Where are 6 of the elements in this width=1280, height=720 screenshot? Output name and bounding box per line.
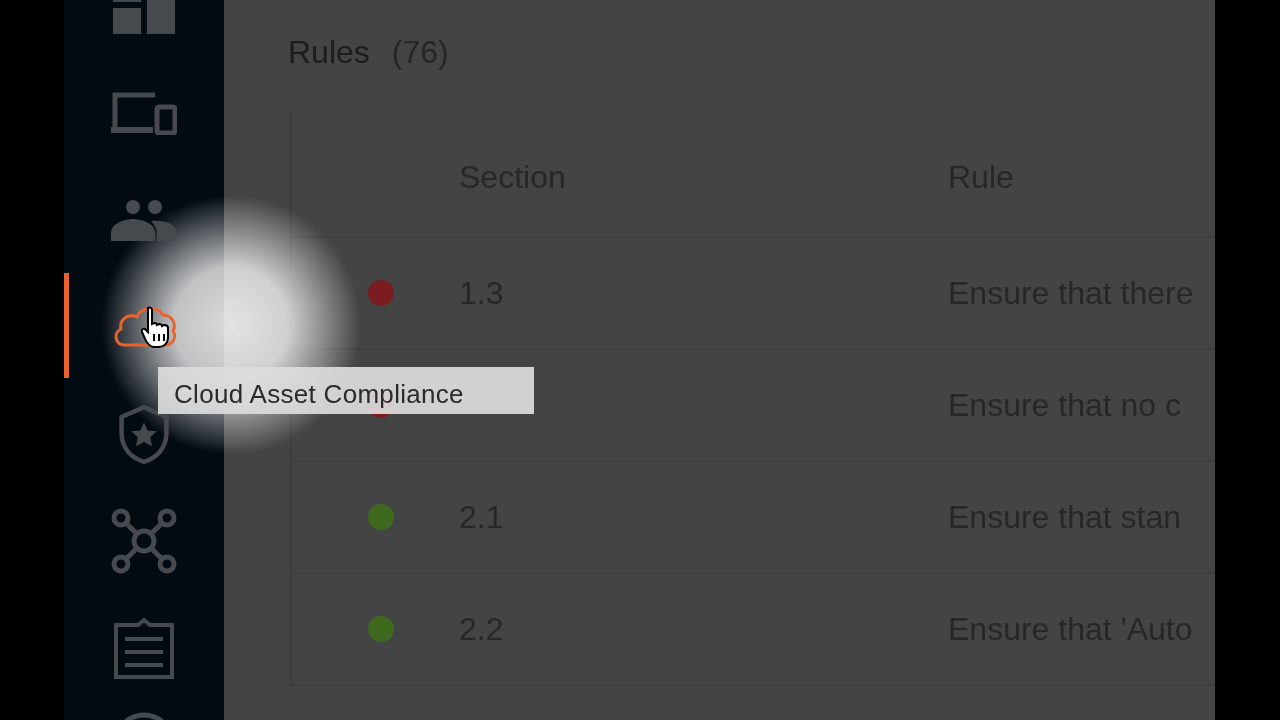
clipboard-icon[interactable] xyxy=(113,616,175,679)
network-icon[interactable] xyxy=(111,507,177,574)
shield-icon[interactable] xyxy=(118,402,170,465)
tooltip: Cloud Asset Compliance xyxy=(158,367,534,414)
devices-icon[interactable] xyxy=(111,90,177,135)
people-icon[interactable] xyxy=(111,198,177,241)
